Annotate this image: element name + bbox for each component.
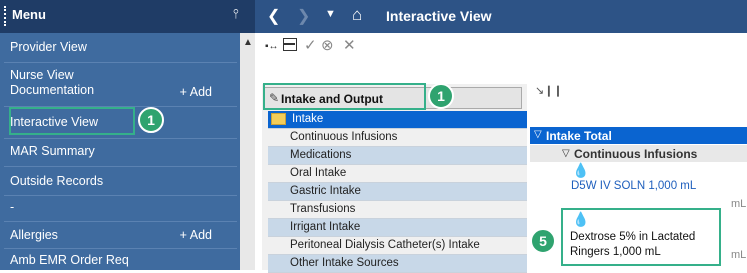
iv-bag-icon: 💧 <box>572 162 590 178</box>
callout-badge: 1 <box>428 83 454 109</box>
continuous-infusions-row[interactable]: ▽ Continuous Infusions <box>530 145 747 162</box>
menu-divider <box>4 221 237 222</box>
navigator-row[interactable]: Irrigant Intake <box>268 219 527 237</box>
navigator-row[interactable]: Medications <box>268 147 527 165</box>
callout-badge: 5 <box>530 228 556 254</box>
navigator-row[interactable]: Gastric Intake <box>268 183 527 201</box>
drug-label[interactable]: D5W IV SOLN 1,000 mL <box>571 180 696 192</box>
close-icon[interactable]: ✕ <box>343 36 356 54</box>
menu-item-nurse-view[interactable]: Nurse View Documentation + Add <box>0 66 240 104</box>
back-icon[interactable]: ❮ <box>267 6 280 26</box>
menu-divider <box>4 166 237 167</box>
navigator-row[interactable]: Continuous Infusions <box>268 129 527 147</box>
intake-total-row[interactable]: ▽ Intake Total <box>530 127 747 144</box>
page-title: Interactive View <box>386 8 492 24</box>
table-icon[interactable] <box>283 38 297 51</box>
top-bar: ❮ ❯ ▼ ⌂ Interactive View <box>255 0 747 33</box>
add-nurse-view-button[interactable]: + Add <box>180 85 212 99</box>
menu-item-provider-view[interactable]: Provider View <box>0 37 240 59</box>
navigator-row[interactable]: Oral Intake <box>268 165 527 183</box>
menu-header: Menu ⫯ <box>0 0 255 33</box>
unit-label: mL <box>731 249 747 261</box>
collapse-icon[interactable]: ▽ <box>562 148 570 159</box>
adhoc-icon[interactable]: ▪↔ <box>265 41 279 52</box>
menu-divider <box>4 62 237 63</box>
navigator-callout <box>263 83 426 110</box>
menu-item-allergies[interactable]: Allergies + Add <box>0 225 240 245</box>
unit-label: mL <box>731 198 747 210</box>
menu-divider <box>4 248 237 249</box>
check-icon[interactable]: ✓ <box>304 36 317 54</box>
menu-divider <box>4 138 237 139</box>
intake-total-label: Intake Total <box>546 129 612 143</box>
folder-icon <box>271 113 286 125</box>
navigator-row[interactable]: Peritoneal Dialysis Catheter(s) Intake <box>268 237 527 255</box>
menu-divider <box>4 195 237 196</box>
dextrose-callout <box>561 208 721 266</box>
pin-icon[interactable]: ⫯ <box>233 6 239 22</box>
forward-icon[interactable]: ❯ <box>297 6 310 26</box>
menu-item-outside-records[interactable]: Outside Records <box>0 170 240 192</box>
navigator-row[interactable]: Transfusions <box>268 201 527 219</box>
cancel-circle-icon[interactable]: ⊗ <box>321 36 334 54</box>
toolbar: ▪↔ ✓ ⊗ ✕ <box>255 33 747 63</box>
home-icon[interactable]: ⌂ <box>352 5 362 25</box>
menu-handle-icon <box>4 6 9 26</box>
chevron-down-icon[interactable]: ▼ <box>325 8 336 20</box>
grid-settings-icon[interactable]: ↘❙❙ <box>535 84 563 97</box>
scroll-up-icon[interactable]: ▲ <box>243 37 253 48</box>
callout-badge: 1 <box>138 107 164 133</box>
menu-scrollbar[interactable]: ▲ <box>240 33 255 270</box>
menu-item-amb-emr[interactable]: Amb EMR Order Req <box>0 251 240 270</box>
menu-item-mar-summary[interactable]: MAR Summary <box>0 141 240 163</box>
interactive-view-callout <box>9 107 135 135</box>
collapse-icon[interactable]: ▽ <box>534 129 542 140</box>
menu-title: Menu <box>12 7 46 22</box>
continuous-infusions-label: Continuous Infusions <box>574 147 698 161</box>
menu-item-dash[interactable]: - <box>0 198 240 218</box>
navigator-row-intake[interactable]: Intake <box>268 111 527 129</box>
add-allergies-button[interactable]: + Add <box>180 228 212 242</box>
